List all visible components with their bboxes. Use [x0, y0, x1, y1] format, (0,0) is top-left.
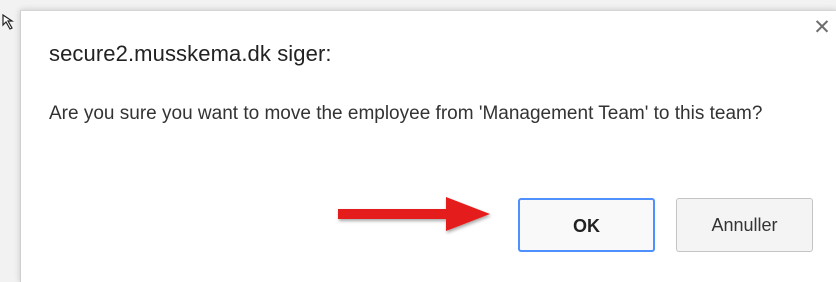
cancel-button[interactable]: Annuller — [676, 198, 813, 252]
screen: secure2.musskema.dk siger: ✕ Are you sur… — [0, 0, 836, 282]
ok-button[interactable]: OK — [518, 198, 655, 252]
red-arrow-icon — [338, 197, 490, 231]
dialog-title: secure2.musskema.dk siger: — [49, 41, 332, 66]
resize-cursor-icon — [2, 13, 14, 30]
close-icon: ✕ — [813, 16, 831, 39]
alert-dialog: secure2.musskema.dk siger: ✕ Are you sur… — [20, 10, 836, 282]
dialog-message: Are you sure you want to move the employ… — [49, 103, 763, 124]
close-button[interactable]: ✕ — [811, 17, 833, 39]
